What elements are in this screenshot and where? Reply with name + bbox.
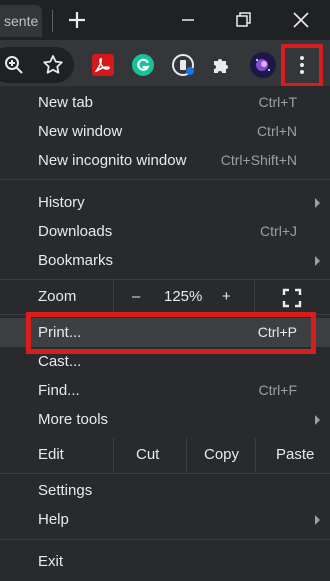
menu-item-shortcut: Ctrl+F	[258, 382, 298, 398]
menu-item-new-tab[interactable]: New tab Ctrl+T	[0, 88, 330, 117]
menu-item-label: Downloads	[38, 223, 113, 240]
submenu-arrow-icon	[315, 256, 320, 266]
submenu-arrow-icon	[315, 198, 320, 208]
cut-label: Cut	[136, 446, 160, 463]
adobe-acrobat-icon[interactable]	[91, 53, 115, 77]
menu-item-label: Settings	[38, 482, 93, 499]
tab-title: sente	[4, 13, 39, 29]
zoom-plus-glyph: +	[222, 288, 231, 305]
menu-item-history[interactable]: History	[0, 188, 330, 217]
password-extension-icon[interactable]	[171, 53, 195, 77]
minimize-icon[interactable]	[176, 8, 200, 32]
menu-item-shortcut: Ctrl+J	[260, 223, 297, 239]
submenu-arrow-icon	[315, 515, 320, 525]
fullscreen-icon	[282, 288, 302, 308]
menu-item-more-tools[interactable]: More tools	[0, 405, 330, 434]
menu-item-shortcut: Ctrl+T	[258, 94, 298, 110]
print-highlight-box	[26, 312, 316, 354]
menu-item-label: More tools	[38, 411, 109, 428]
profile-avatar-icon[interactable]	[249, 51, 277, 79]
menu-item-label: New tab	[38, 94, 94, 111]
menu-item-label: Find...	[38, 382, 80, 399]
zoom-in-button[interactable]: +	[206, 280, 253, 314]
star-icon[interactable]	[41, 53, 65, 77]
paste-label: Paste	[276, 446, 315, 463]
close-icon[interactable]	[289, 8, 313, 32]
menu-item-help[interactable]: Help	[0, 505, 330, 534]
zoom-level: 125%	[164, 288, 203, 305]
menu-separator	[0, 473, 330, 474]
edit-row: Edit Cut Copy Paste	[0, 438, 330, 472]
menu-separator	[0, 179, 330, 180]
submenu-arrow-icon	[315, 415, 320, 425]
cut-button[interactable]: Cut	[113, 438, 186, 472]
menu-item-label: New incognito window	[38, 152, 187, 169]
plus-icon[interactable]	[65, 8, 89, 32]
menu-item-label: Help	[38, 511, 69, 528]
menu-item-new-window[interactable]: New window Ctrl+N	[0, 117, 330, 146]
menu-item-downloads[interactable]: Downloads Ctrl+J	[0, 217, 330, 246]
grammarly-icon[interactable]	[131, 53, 155, 77]
restore-icon[interactable]	[231, 8, 255, 32]
paste-button[interactable]: Paste	[255, 438, 330, 472]
menu-item-find[interactable]: Find... Ctrl+F	[0, 376, 330, 405]
toolbar	[0, 40, 330, 90]
menu-item-exit[interactable]: Exit	[0, 547, 330, 576]
menu-item-label: Exit	[38, 553, 64, 570]
title-bar: sente	[0, 0, 330, 40]
menu-item-label: New window	[38, 123, 123, 140]
fullscreen-button[interactable]	[254, 280, 330, 314]
menu-item-shortcut: Ctrl+N	[256, 123, 297, 139]
menu-item-settings[interactable]: Settings	[0, 476, 330, 505]
zoom-icon[interactable]	[2, 53, 26, 77]
menu-item-bookmarks[interactable]: Bookmarks	[0, 246, 330, 275]
menu-item-shortcut: Ctrl+Shift+N	[220, 152, 297, 168]
menu-button-highlight	[281, 44, 323, 87]
copy-label: Copy	[204, 446, 240, 463]
menu-item-label: History	[38, 194, 85, 211]
zoom-minus-glyph: –	[132, 288, 141, 305]
menu-item-new-incognito-window[interactable]: New incognito window Ctrl+Shift+N	[0, 146, 330, 175]
zoom-row: Zoom – 125% +	[0, 280, 330, 314]
zoom-label: Zoom	[38, 288, 77, 305]
puzzle-icon[interactable]	[210, 53, 234, 77]
menu-item-label: Cast...	[38, 353, 82, 370]
tab-separator	[52, 10, 53, 32]
menu-separator	[0, 539, 330, 540]
copy-button[interactable]: Copy	[186, 438, 255, 472]
menu-item-label: Bookmarks	[38, 252, 114, 269]
zoom-out-button[interactable]: –	[113, 280, 161, 314]
edit-label: Edit	[38, 446, 64, 463]
browser-tab[interactable]: sente	[0, 5, 42, 37]
